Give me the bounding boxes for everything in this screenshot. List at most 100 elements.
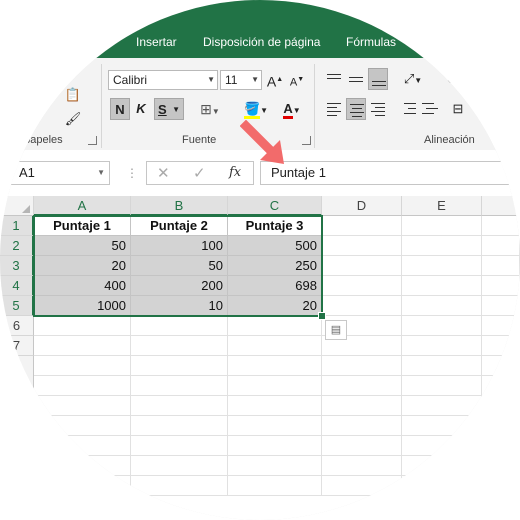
cell-c9[interactable] [228, 376, 322, 396]
cell-d4[interactable] [322, 276, 402, 296]
column-header-b[interactable]: B [131, 196, 228, 216]
row-header-4[interactable]: 4 [0, 276, 34, 296]
cell-a2[interactable]: 50 [34, 236, 131, 256]
cell-f10[interactable] [482, 396, 520, 416]
cell-a8[interactable] [34, 356, 131, 376]
cell-a4[interactable]: 400 [34, 276, 131, 296]
font-color-button[interactable]: A▼ [276, 98, 308, 120]
borders-button[interactable]: ⊞▼ [194, 98, 226, 120]
grow-font-button[interactable]: A▲ [266, 69, 284, 91]
confirm-check-icon[interactable]: ✓ [193, 164, 206, 182]
cell-e4[interactable] [402, 276, 482, 296]
increase-indent-icon[interactable] [420, 98, 440, 120]
cancel-x-icon[interactable]: ✕ [157, 164, 170, 182]
fill-color-button[interactable]: 🪣▼ [240, 98, 272, 120]
align-top-icon[interactable] [324, 68, 344, 90]
shrink-font-button[interactable]: A▼ [288, 69, 306, 91]
cell-e2[interactable] [402, 236, 482, 256]
cell-e3[interactable] [402, 256, 482, 276]
cell-a14[interactable] [34, 476, 131, 496]
cell-c7[interactable] [228, 336, 322, 356]
cell-a1[interactable]: Puntaje 1 [34, 216, 131, 236]
column-header-f[interactable] [482, 196, 520, 216]
cell-f1[interactable] [482, 216, 520, 236]
font-size-select[interactable]: 11 ▼ [220, 70, 262, 90]
cell-b8[interactable] [131, 356, 228, 376]
cell-c1[interactable]: Puntaje 3 [228, 216, 322, 236]
cell-e11[interactable] [402, 416, 482, 436]
cell-e13[interactable] [402, 456, 482, 476]
align-center-icon[interactable] [346, 98, 366, 120]
cell-b9[interactable] [131, 376, 228, 396]
name-box[interactable]: A1 ▼ [10, 161, 110, 185]
cell-f6[interactable] [482, 316, 520, 336]
cell-d1[interactable] [322, 216, 402, 236]
column-header-d[interactable]: D [322, 196, 402, 216]
tab-disposicion-pagina[interactable]: Disposición de página [203, 35, 320, 49]
cell-a5[interactable]: 1000 [34, 296, 131, 316]
cell-d11[interactable] [322, 416, 402, 436]
cell-d14[interactable] [322, 476, 402, 496]
cell-c11[interactable] [228, 416, 322, 436]
formula-input[interactable]: Puntaje 1 [260, 161, 520, 185]
cell-b5[interactable]: 10 [131, 296, 228, 316]
cell-d5[interactable] [322, 296, 402, 316]
row-header-6[interactable]: 6 [0, 316, 34, 336]
cell-d3[interactable] [322, 256, 402, 276]
cell-a13[interactable] [34, 456, 131, 476]
cell-f12[interactable] [482, 436, 520, 456]
cell-f7[interactable] [482, 336, 520, 356]
cell-b7[interactable] [131, 336, 228, 356]
cell-d8[interactable] [322, 356, 402, 376]
cell-c2[interactable]: 500 [228, 236, 322, 256]
cell-a9[interactable] [34, 376, 131, 396]
align-middle-icon[interactable] [346, 68, 366, 90]
column-header-c[interactable]: C [228, 196, 322, 216]
fill-handle[interactable] [318, 312, 326, 320]
underline-button[interactable]: S ▼ [154, 98, 184, 120]
cell-f13[interactable] [482, 456, 520, 476]
cell-a10[interactable] [34, 396, 131, 416]
cell-c14[interactable] [228, 476, 322, 496]
cell-c4[interactable]: 698 [228, 276, 322, 296]
cell-b13[interactable] [131, 456, 228, 476]
cell-f2[interactable] [482, 236, 520, 256]
cell-d10[interactable] [322, 396, 402, 416]
cell-b2[interactable]: 100 [131, 236, 228, 256]
cell-d13[interactable] [322, 456, 402, 476]
bold-button[interactable]: N [110, 98, 130, 120]
align-right-icon[interactable] [368, 98, 388, 120]
cell-e8[interactable] [402, 356, 482, 376]
align-left-icon[interactable] [324, 98, 344, 120]
cell-c8[interactable] [228, 356, 322, 376]
cell-e14[interactable] [402, 476, 482, 496]
cell-e6[interactable] [402, 316, 482, 336]
clipboard-launcher-icon[interactable] [88, 136, 97, 145]
cell-f5[interactable] [482, 296, 520, 316]
cell-c3[interactable]: 250 [228, 256, 322, 276]
cell-b3[interactable]: 50 [131, 256, 228, 276]
cell-a6[interactable] [34, 316, 131, 336]
orientation-button[interactable]: ⤢▼ [398, 68, 428, 90]
format-painter-icon[interactable]: 🖌 [62, 108, 84, 130]
cell-c6[interactable] [228, 316, 322, 336]
quick-analysis-icon[interactable]: ▤ [325, 320, 347, 340]
cell-f8[interactable] [482, 356, 520, 376]
cell-b4[interactable]: 200 [131, 276, 228, 296]
cell-e5[interactable] [402, 296, 482, 316]
font-launcher-icon[interactable] [302, 136, 311, 145]
cell-c10[interactable] [228, 396, 322, 416]
cell-c12[interactable] [228, 436, 322, 456]
cell-d2[interactable] [322, 236, 402, 256]
cell-b1[interactable]: Puntaje 2 [131, 216, 228, 236]
row-header-7[interactable]: 7 [0, 336, 34, 356]
cell-b14[interactable] [131, 476, 228, 496]
cell-e9[interactable] [402, 376, 482, 396]
cell-b6[interactable] [131, 316, 228, 336]
tab-formulas[interactable]: Fórmulas [346, 35, 396, 49]
decrease-indent-icon[interactable] [398, 98, 418, 120]
align-bottom-icon[interactable] [368, 68, 388, 90]
column-header-a[interactable]: A [34, 196, 131, 216]
wrap-text-icon[interactable]: ⤶ [440, 68, 462, 90]
cell-e7[interactable] [402, 336, 482, 356]
